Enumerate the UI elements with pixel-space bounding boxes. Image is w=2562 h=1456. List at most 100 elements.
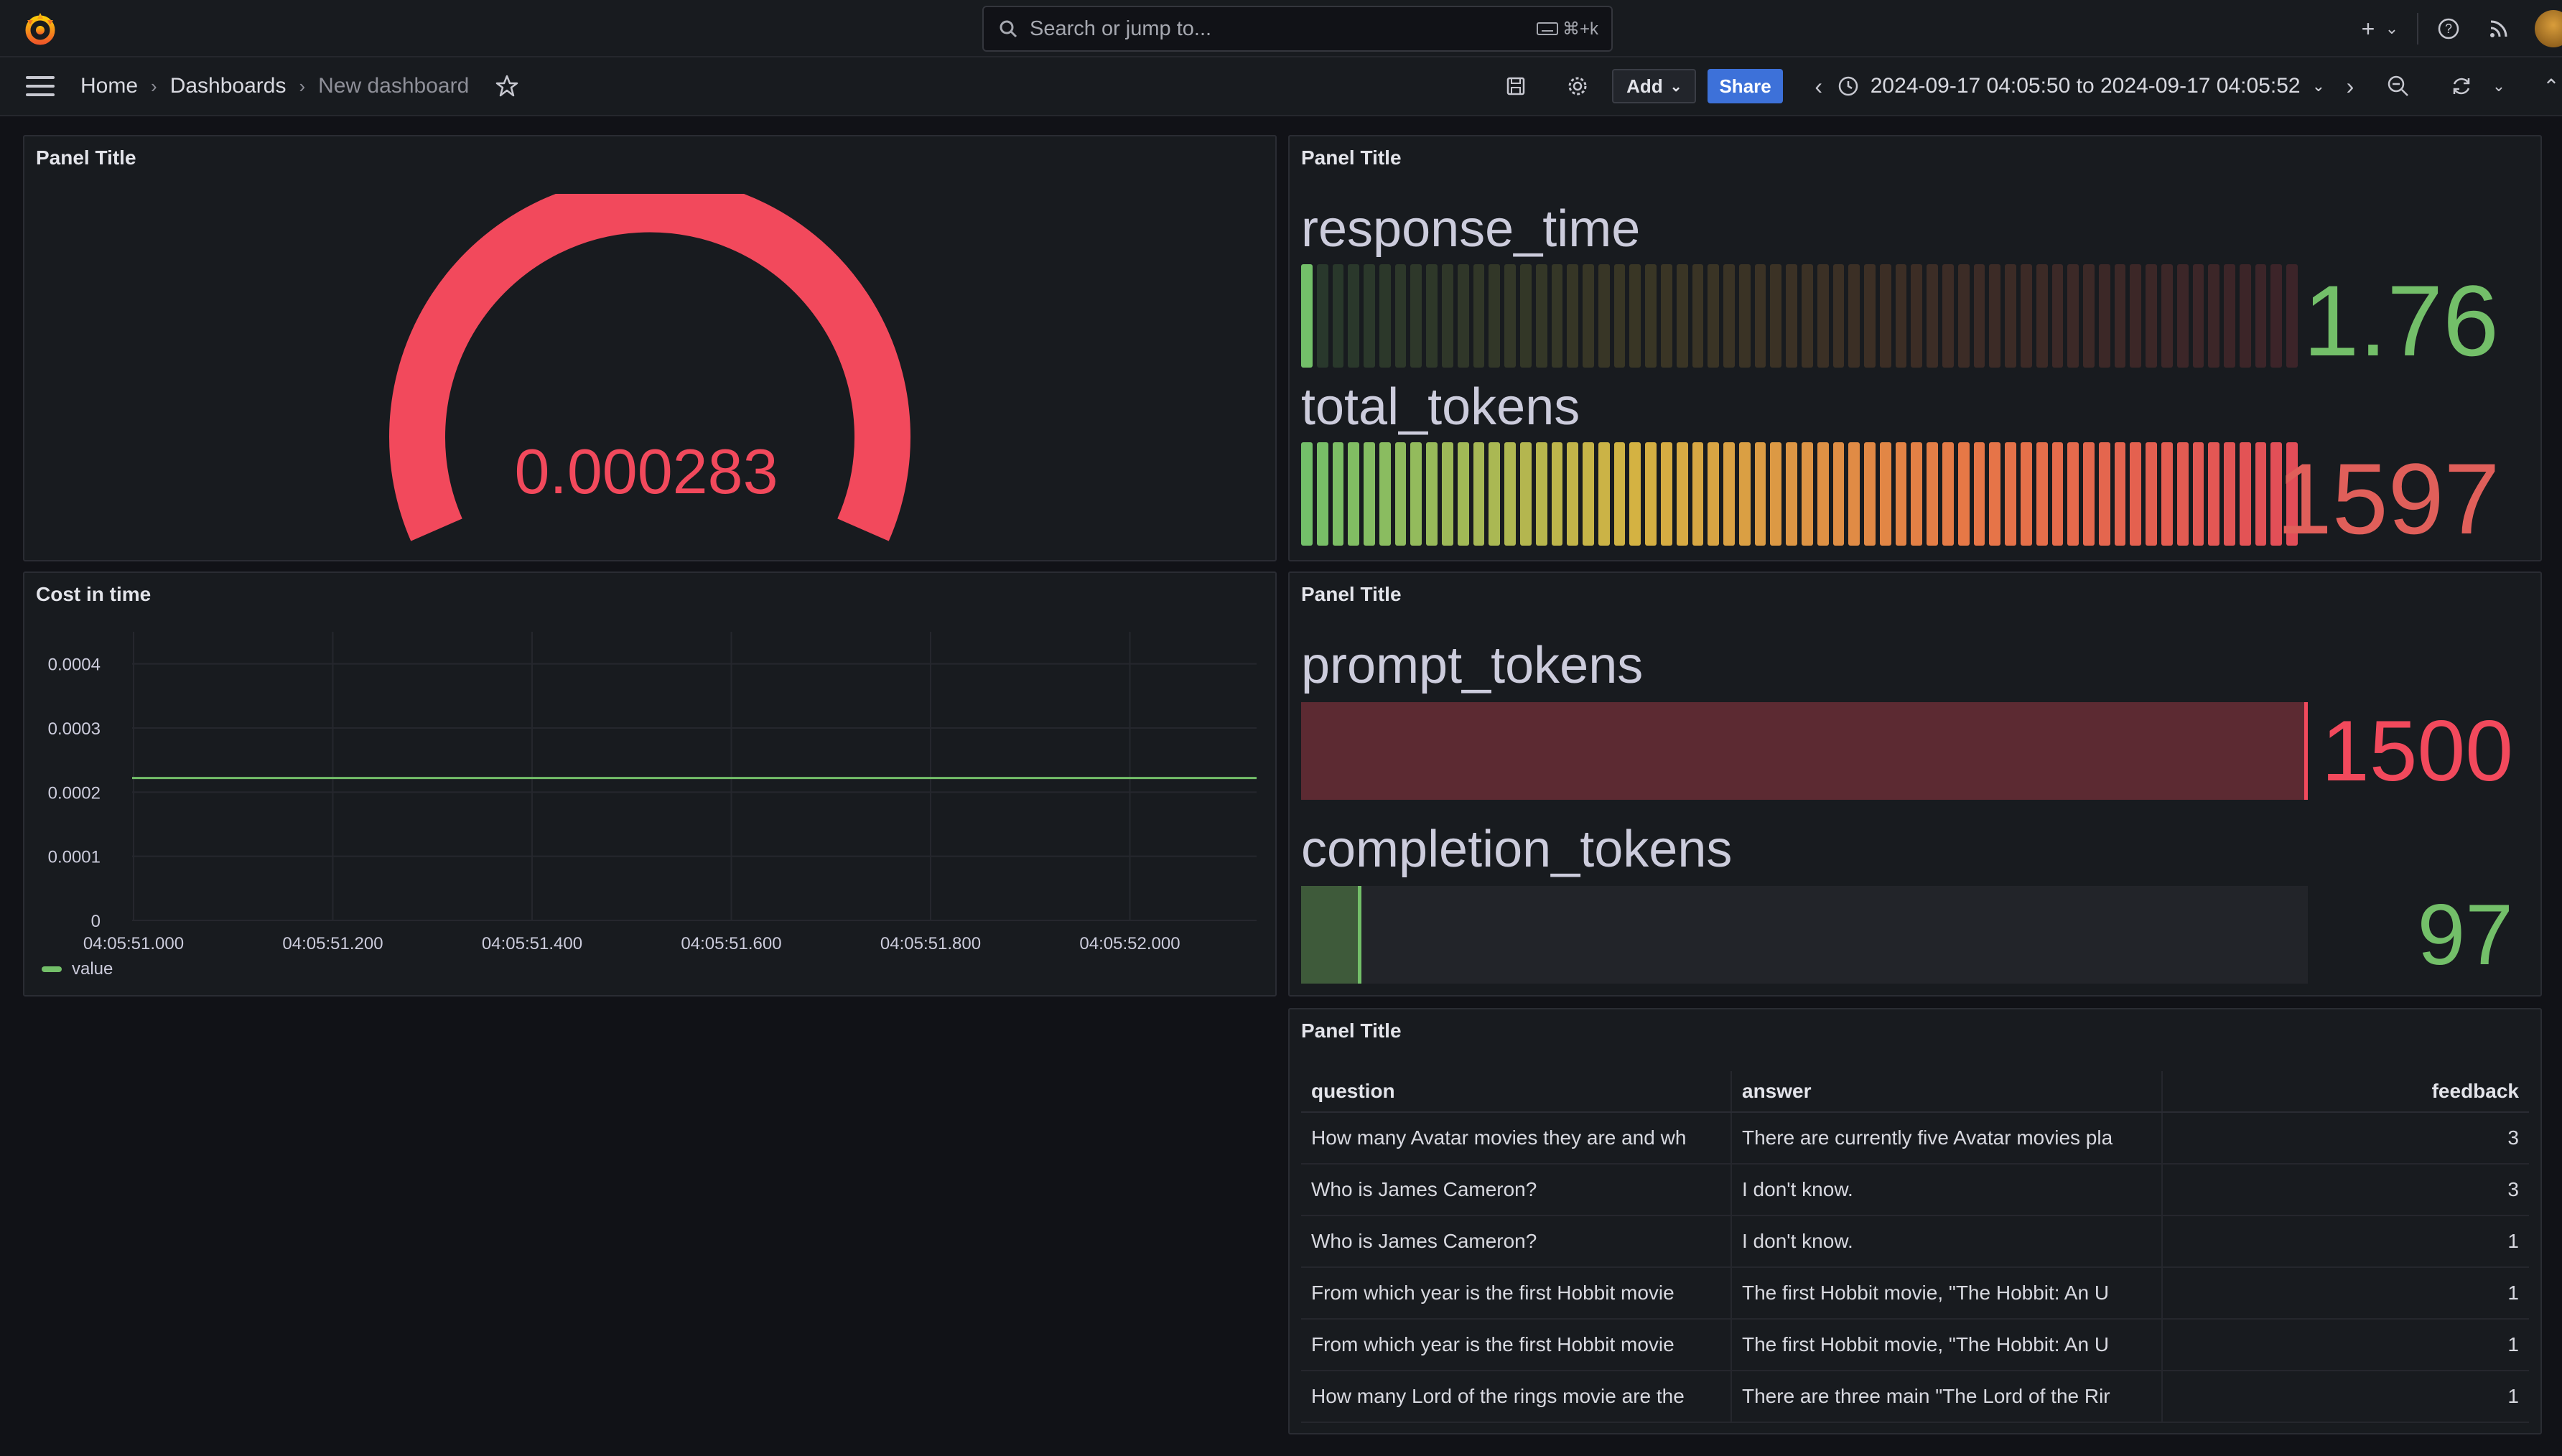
total-tokens-bar-segment [1379,442,1391,546]
total-tokens-bar-segment [1738,442,1751,546]
cell-feedback: 1 [2162,1371,2529,1423]
cell-answer: The first Hobbit movie, "The Hobbit: An … [1731,1319,2163,1371]
total-tokens-bar-segment [2239,442,2251,546]
response-time-bar-segment [1301,264,1313,368]
cell-question: How many Lord of the rings movie are the [1301,1371,1732,1423]
response-time-bar-segment [1457,264,1469,368]
cell-question: From which year is the first Hobbit movi… [1301,1319,1732,1371]
column-header-answer[interactable]: answer [1731,1071,2163,1113]
settings-gear-icon[interactable] [1555,66,1601,106]
total-tokens-bar-segment [1864,442,1876,546]
add-button[interactable]: Add ⌄ [1612,69,1697,103]
user-avatar[interactable] [2535,10,2562,47]
chart-legend[interactable]: value [42,959,113,979]
total-tokens-bar-segment [2255,442,2267,546]
response-time-bar-segment [1379,264,1391,368]
completion-tokens-bar-fill [1301,886,1362,984]
response-time-bar-segment [2098,264,2110,368]
table-row[interactable]: Who is James Cameron? I don't know. 1 [1301,1215,2529,1268]
cell-question: Who is James Cameron? [1301,1164,1732,1216]
panel-title: Panel Title [1301,1019,1402,1042]
refresh-icon[interactable] [2438,66,2484,106]
total-tokens-bar-segment [1832,442,1845,546]
response-time-bar-segment [1692,264,1704,368]
total-tokens-bar-segment [1629,442,1641,546]
response-time-bar-segment [2161,264,2173,368]
total-tokens-bar-segment [2224,442,2235,546]
response-time-bar-segment [1927,264,1939,368]
refresh-interval-chevron-icon[interactable]: ⌄ [2484,66,2513,106]
total-tokens-bar-segment [1504,442,1516,546]
response-time-bar-segment [1786,264,1797,368]
share-button[interactable]: Share [1708,69,1783,103]
x-tick-label: 04:05:51.200 [282,934,383,953]
y-tick-label: 0 [91,912,101,931]
total-tokens-bar-segment [1535,442,1547,546]
total-tokens-bar-segment [1473,442,1485,546]
response-time-bar-segment [1613,264,1626,368]
total-tokens-bar-segment [1989,442,2001,546]
table-row[interactable]: Who is James Cameron? I don't know. 3 [1301,1164,2529,1216]
total-tokens-bar-segment [1645,442,1657,546]
column-header-feedback[interactable]: feedback [2162,1071,2529,1113]
legend-swatch [42,966,62,972]
news-feed-icon[interactable] [2484,14,2513,43]
response-time-value: 1.76 [2303,264,2499,377]
response-time-bar-segment [1629,264,1641,368]
total-tokens-bar-segment [2146,442,2157,546]
total-tokens-bar-segment [1332,442,1344,546]
response-time-bar-segment [1770,264,1782,368]
total-tokens-bar-segment [2036,442,2048,546]
table-row[interactable]: From which year is the first Hobbit movi… [1301,1267,2529,1320]
y-tick-label: 0.0004 [48,655,101,675]
total-tokens-bar-segment [1692,442,1704,546]
response-time-bar [1301,264,2298,368]
x-tick-label: 04:05:52.000 [1079,934,1180,953]
total-tokens-bar-segment [2161,442,2173,546]
table-row[interactable]: How many Avatar movies they are and wh T… [1301,1112,2529,1165]
total-tokens-bar-segment [1879,442,1891,546]
column-header-question[interactable]: question [1301,1071,1732,1113]
collapse-chevron-up-icon[interactable]: ⌃ [2540,66,2562,106]
panel-title: Panel Title [1301,583,1402,605]
response-time-bar-segment [1410,264,1422,368]
total-tokens-bar-segment [1364,442,1375,546]
feedback-table-panel[interactable]: Panel Title question answer feedback How… [1288,1008,2542,1434]
total-tokens-bar-segment [1708,442,1720,546]
response-time-bar-segment [1802,264,1813,368]
save-icon[interactable] [1493,66,1539,106]
total-tokens-bar-segment [2098,442,2110,546]
feedback-table: question answer feedback How many Avatar… [1301,1071,2529,1423]
total-tokens-bar-segment [1754,442,1766,546]
total-tokens-bar-segment [2005,442,2016,546]
total-tokens-bar-segment [1786,442,1797,546]
response-time-bar-segment [1332,264,1344,368]
time-back-chevron-icon[interactable]: ‹ [1800,66,1837,106]
response-time-bar-segment [1864,264,1876,368]
total-tokens-bar-segment [1551,442,1563,546]
total-tokens-bar-segment [2192,442,2204,546]
total-tokens-bar-segment [1817,442,1829,546]
prompt-tokens-value: 1500 [2321,703,2513,799]
zoom-out-icon[interactable] [2375,66,2421,106]
total-tokens-bar-segment [2020,442,2032,546]
response-time-bar-segment [2146,264,2157,368]
total-tokens-bar-segment [1316,442,1328,546]
response-time-label: response_time [1301,200,1641,258]
new-plus-icon[interactable]: + [2354,14,2382,43]
response-time-bar-segment [1583,264,1594,368]
table-row[interactable]: From which year is the first Hobbit movi… [1301,1319,2529,1371]
response-time-bar-segment [2176,264,2189,368]
time-range-picker[interactable]: 2024-09-17 04:05:50 to 2024-09-17 04:05:… [1837,74,2325,98]
table-row[interactable]: How many Lord of the rings movie are the… [1301,1371,2529,1423]
response-time-bar-segment [2255,264,2267,368]
response-time-bar-segment [1489,264,1501,368]
time-forward-chevron-icon[interactable]: › [2325,66,2375,106]
chevron-down-icon[interactable]: ⌄ [2382,14,2401,43]
cell-answer: I don't know. [1731,1164,2163,1216]
total-tokens-label: total_tokens [1301,378,1580,436]
response-time-bar-segment [1364,264,1375,368]
help-icon[interactable]: ? [2434,14,2463,43]
cell-feedback: 3 [2162,1112,2529,1165]
response-time-bar-segment [1848,264,1860,368]
